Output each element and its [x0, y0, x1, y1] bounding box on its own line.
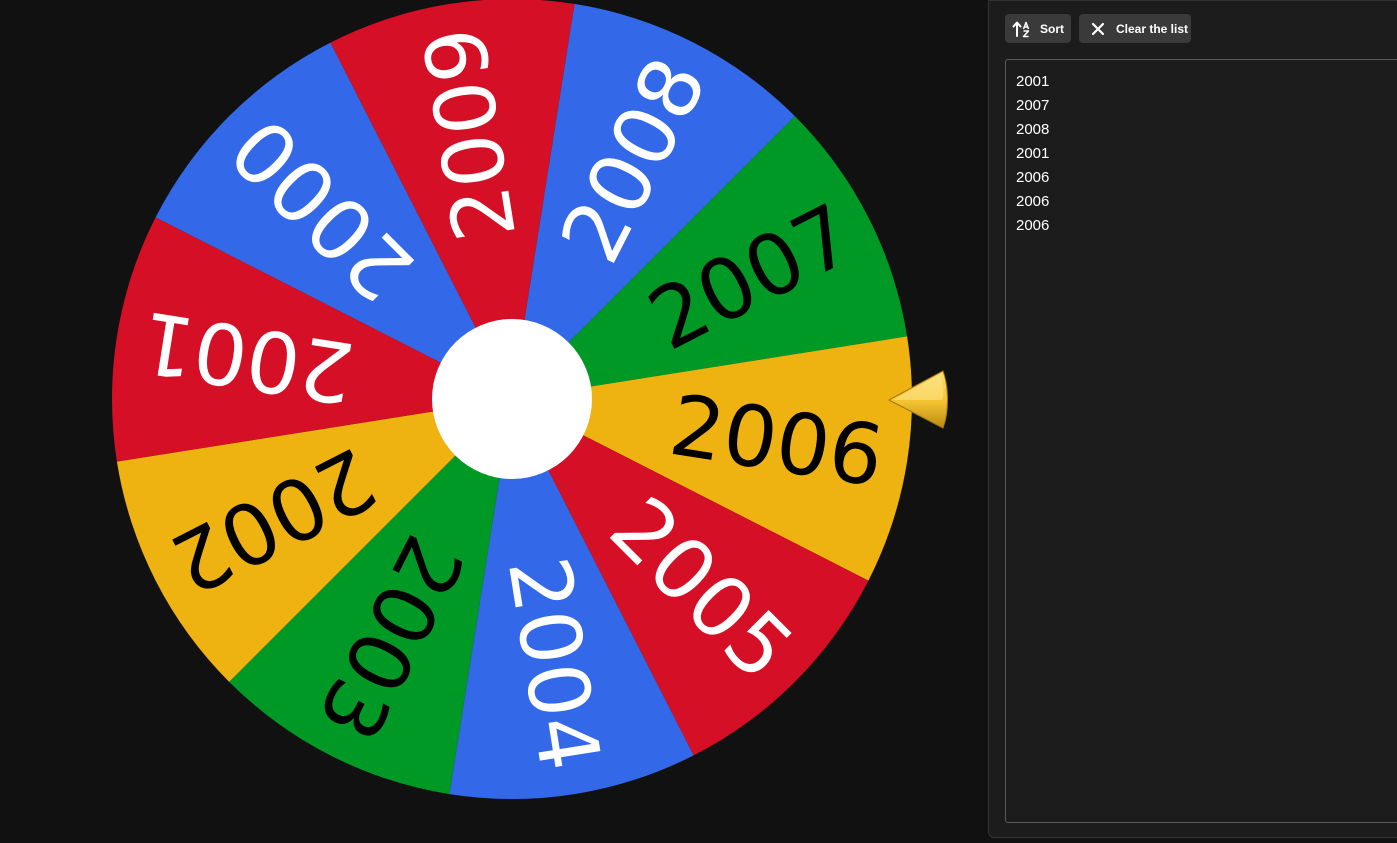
entry-line: 2001 — [1016, 73, 1050, 90]
wheel-area: 2000 2009 2008 2007 2006 2005 2004 2003 2002 2001 — [0, 0, 988, 843]
clear-list-button[interactable]: Clear the list — [1079, 14, 1191, 43]
entry-line: 2001 — [1016, 145, 1050, 162]
entry-line: 2006 — [1016, 169, 1050, 186]
sort-label: Sort — [1040, 21, 1064, 36]
wheel-hub[interactable] — [432, 319, 592, 479]
sort-button[interactable]: Sort — [1005, 14, 1071, 43]
entries-panel: Sort Clear the list 2001 2007 2008 2001 … — [988, 0, 1397, 838]
close-icon — [1091, 22, 1105, 35]
entry-line: 2006 — [1016, 193, 1050, 210]
spin-wheel[interactable]: 20002009 20082007200620052004200320022001 — [0, 0, 988, 843]
entry-line: 2006 — [1016, 217, 1050, 234]
entry-line: 2007 — [1016, 97, 1050, 114]
sort-icon — [1012, 21, 1030, 37]
entries-textarea[interactable]: 2001 2007 2008 2001 2006 2006 2006 — [1005, 59, 1397, 823]
clear-list-label: Clear the list — [1116, 21, 1189, 36]
entry-line: 2008 — [1016, 121, 1050, 138]
